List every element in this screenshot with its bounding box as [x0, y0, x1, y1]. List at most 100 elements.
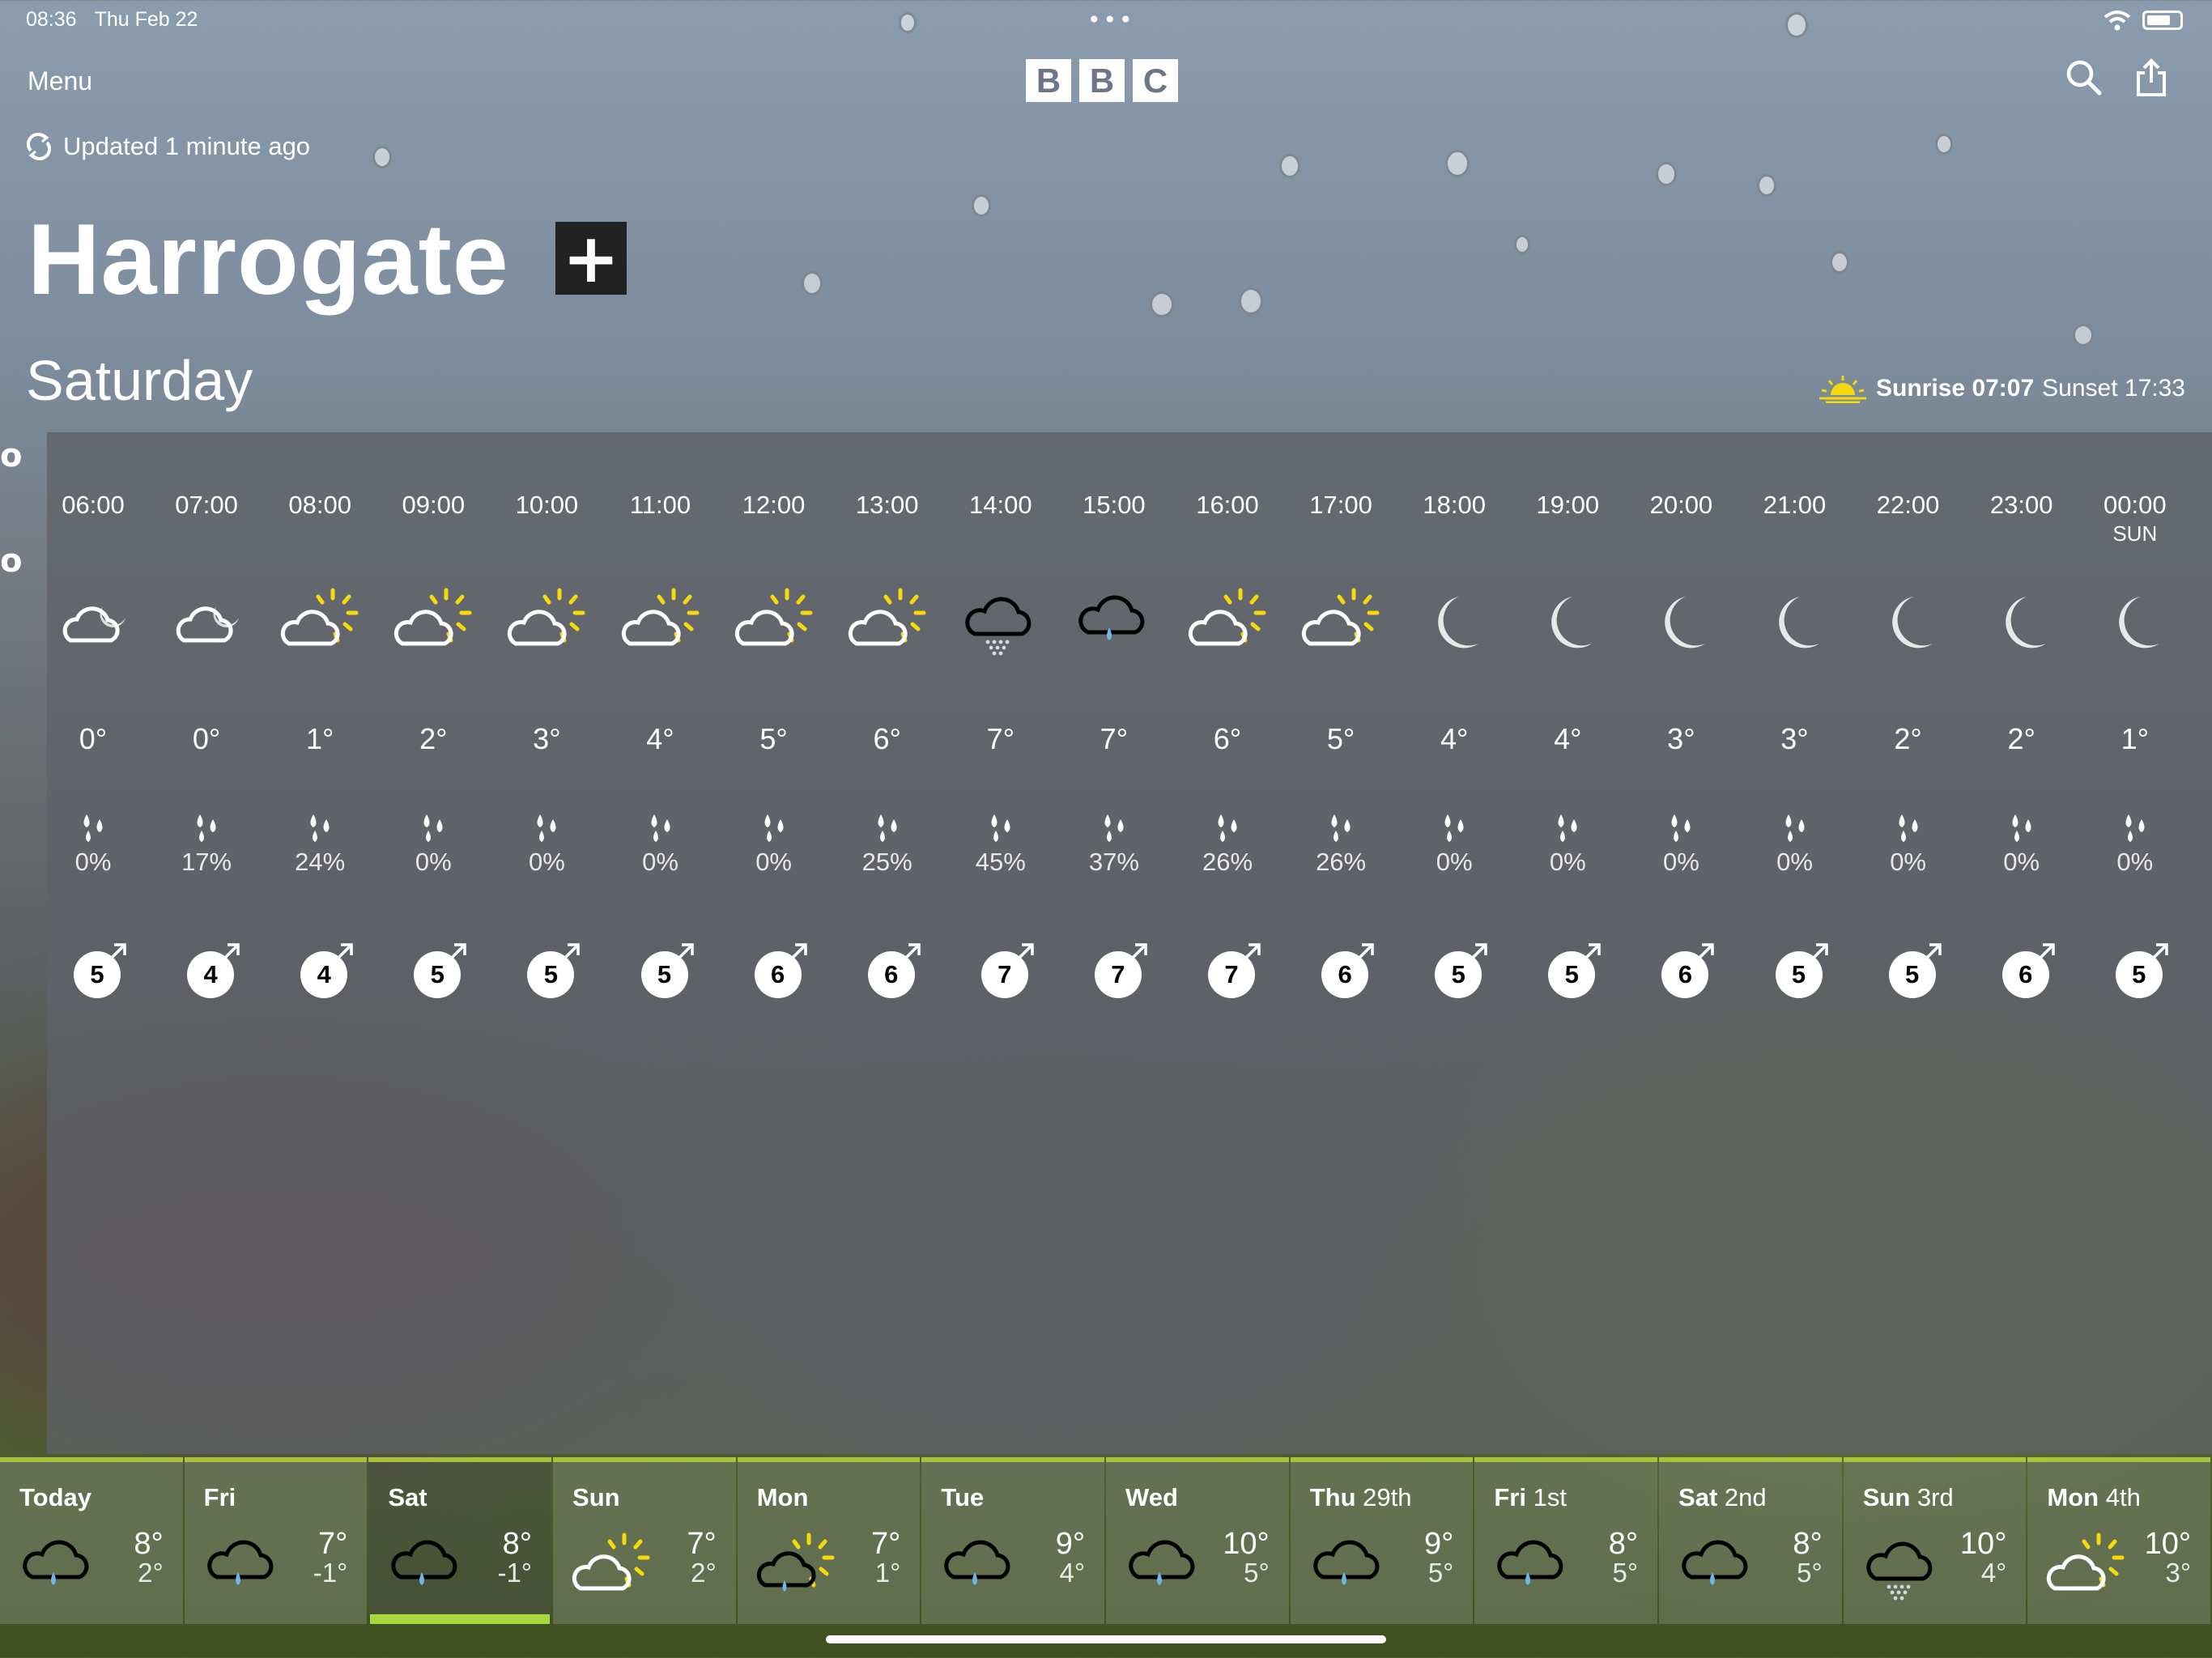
raindrop: [1785, 12, 1808, 38]
hour-temperature: 0°: [192, 722, 221, 755]
rain-chance: 45%: [975, 848, 1026, 876]
day-name: Sun 3rd: [1863, 1483, 1954, 1512]
raindrops-icon: [190, 811, 223, 844]
menu-button[interactable]: Menu: [28, 66, 92, 96]
day-card[interactable]: Fri 7° -1°: [184, 1457, 368, 1624]
day-card[interactable]: Sun 3rd 10° 4°: [1843, 1457, 2027, 1624]
day-label: Sat: [1678, 1483, 1718, 1511]
wind-direction-icon: [2146, 941, 2171, 965]
raindrop: [372, 146, 392, 168]
day-label: Today: [19, 1483, 91, 1511]
hour-temperature: 5°: [1326, 722, 1355, 755]
bbc-logo[interactable]: B B C: [1026, 59, 1178, 102]
sun-cloud-icon: [620, 582, 701, 663]
hour-time: 08:00: [288, 491, 351, 519]
day-card[interactable]: Sat 2nd 8° 5°: [1659, 1457, 1842, 1624]
day-low: 4°: [1059, 1558, 1086, 1588]
sun-cloud-icon: [1187, 582, 1268, 663]
wind-direction-icon: [1125, 941, 1150, 965]
day-name: Wed: [1125, 1483, 1178, 1512]
wind-direction-icon: [1239, 941, 1263, 965]
home-indicator[interactable]: [826, 1635, 1386, 1643]
light-rain-icon: [1308, 1527, 1389, 1600]
day-high: 10°: [1223, 1527, 1270, 1561]
light-rain-icon: [386, 1527, 467, 1600]
day-card[interactable]: Today 8° 2°: [0, 1457, 183, 1624]
raindrop: [1150, 291, 1174, 317]
sun-cloud-icon: [393, 582, 474, 663]
day-card[interactable]: Thu 29th 9° 5°: [1290, 1457, 1474, 1624]
day-card[interactable]: Sat 8° -1°: [368, 1457, 552, 1624]
day-card[interactable]: Tue 9° 4°: [921, 1457, 1105, 1624]
raindrop: [802, 271, 823, 295]
hour-time: 00:00: [2104, 491, 2167, 519]
drizzle-icon: [1861, 1527, 1942, 1601]
rain-chance: 0%: [1662, 848, 1699, 876]
hourly-forecast[interactable]: 06:00 0° 0% 5 07:00 0° 17% 4 08:00 1° 24% 4 09:00 2° 0…: [47, 432, 2212, 1080]
logo-letter: B: [1079, 59, 1125, 102]
hour-time: 15:00: [1083, 491, 1146, 519]
multitask-dots-icon[interactable]: •••: [1087, 9, 1135, 32]
hour-temperature: 6°: [1213, 722, 1242, 755]
day-name: Sat 2nd: [1678, 1483, 1767, 1512]
raindrop: [899, 12, 917, 33]
sun-cloud-icon: [734, 582, 815, 663]
rain-chance: 26%: [1316, 848, 1367, 876]
selected-day-title: Saturday: [26, 349, 253, 412]
day-card[interactable]: Mon 4th 10° 3°: [2027, 1457, 2211, 1624]
refresh-icon: [26, 133, 52, 160]
edge-fragment: o: [0, 437, 23, 474]
rain-chance: 0%: [1776, 848, 1813, 876]
wind-direction-icon: [1579, 941, 1603, 965]
raindrops-icon: [1779, 811, 1811, 844]
day-date-suffix: 29th: [1363, 1483, 1412, 1511]
last-updated[interactable]: Updated 1 minute ago: [24, 132, 310, 161]
search-icon[interactable]: [2065, 58, 2102, 96]
sunrise-label: Sunrise: [1876, 375, 1966, 402]
day-card[interactable]: Wed 10° 5°: [1106, 1457, 1289, 1624]
sun-cloud-icon: [279, 582, 360, 663]
day-low: 5°: [1797, 1558, 1823, 1588]
raindrops-icon: [1551, 811, 1584, 844]
rain-chance: 0%: [1890, 848, 1926, 876]
hour-time: 12:00: [742, 491, 806, 519]
day-name: Today: [19, 1483, 91, 1512]
raindrop: [1757, 174, 1776, 197]
day-label: Sat: [388, 1483, 428, 1511]
status-date: Thu Feb 22: [94, 8, 198, 31]
day-card[interactable]: Fri 1st 8° 5°: [1474, 1457, 1658, 1624]
hour-temperature: 3°: [1780, 722, 1809, 755]
hour-time: 23:00: [1989, 491, 2053, 519]
light-rain-icon: [202, 1527, 283, 1600]
raindrop: [1830, 251, 1849, 274]
raindrops-icon: [1665, 811, 1697, 844]
day-card[interactable]: Sun 7° 2°: [553, 1457, 736, 1624]
hour-temperature: 4°: [1554, 722, 1582, 755]
moon-icon: [1868, 582, 1949, 663]
hour-temperature: 6°: [873, 722, 901, 755]
rain-chance: 0%: [74, 848, 112, 876]
day-label: Wed: [1125, 1483, 1178, 1511]
raindrops-icon: [1325, 811, 1357, 844]
rain-chance: 0%: [1436, 848, 1473, 876]
rain-chance: 24%: [295, 848, 346, 876]
day-low: 5°: [1612, 1558, 1639, 1588]
day-label: Mon: [756, 1483, 809, 1511]
day-date-suffix: 1st: [1533, 1483, 1567, 1511]
wind-direction-icon: [1692, 941, 1716, 965]
day-card[interactable]: Mon 7° 1°: [737, 1457, 921, 1624]
raindrops-icon: [530, 811, 563, 844]
day-low: -1°: [497, 1558, 533, 1588]
rain-chance: 0%: [2003, 848, 2040, 876]
hour-temperature: 2°: [2007, 722, 2035, 755]
daily-forecast-strip[interactable]: Today 8° 2° Fri 7° -1° Sat 8° -1° Sun 7° 2° Mon …: [0, 1457, 2212, 1624]
add-location-button[interactable]: +: [555, 222, 627, 295]
day-high: 8°: [1793, 1527, 1823, 1561]
raindrops-icon: [2006, 811, 2038, 844]
share-icon[interactable]: [2134, 58, 2168, 97]
day-name: Mon 4th: [2047, 1483, 2140, 1512]
sun-cloud-icon: [1300, 582, 1381, 663]
day-high: 10°: [1959, 1527, 2007, 1561]
wind-direction-icon: [1352, 941, 1376, 965]
wind-direction-icon: [2033, 941, 2057, 965]
